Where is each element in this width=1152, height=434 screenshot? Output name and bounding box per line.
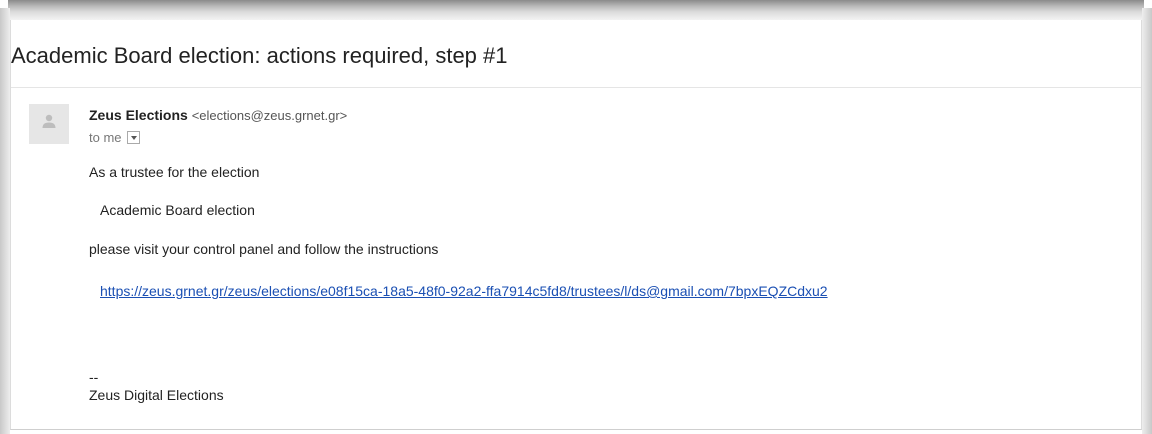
control-panel-link[interactable]: https://zeus.grnet.gr/zeus/elections/e08… (100, 283, 828, 299)
election-name: Academic Board election (100, 202, 255, 218)
recipient-line: to me (89, 130, 140, 145)
email-subject: Academic Board election: actions require… (11, 43, 508, 68)
left-shadow (0, 8, 10, 434)
right-shadow (1142, 8, 1152, 434)
body-instructions: please visit your control panel and foll… (89, 241, 439, 257)
email-subject-bar: Academic Board election: actions require… (11, 20, 1141, 88)
email-panel: Academic Board election: actions require… (10, 20, 1142, 430)
person-avatar-icon[interactable] (29, 104, 69, 144)
signature: Zeus Digital Elections (89, 387, 224, 403)
sender-name[interactable]: Zeus Elections (89, 107, 188, 123)
top-shadow (8, 0, 1144, 20)
screenshot-frame: Academic Board election: actions require… (0, 0, 1152, 434)
recipient-label: to me (89, 130, 122, 145)
control-panel-link-wrapper: https://zeus.grnet.gr/zeus/elections/e08… (100, 283, 828, 299)
signature-separator: -- (89, 369, 99, 385)
body-intro: As a trustee for the election (89, 164, 260, 180)
chevron-down-icon[interactable] (126, 131, 140, 144)
sender-line: Zeus Elections <elections@zeus.grnet.gr> (89, 107, 347, 123)
sender-email: <elections@zeus.grnet.gr> (191, 108, 348, 123)
